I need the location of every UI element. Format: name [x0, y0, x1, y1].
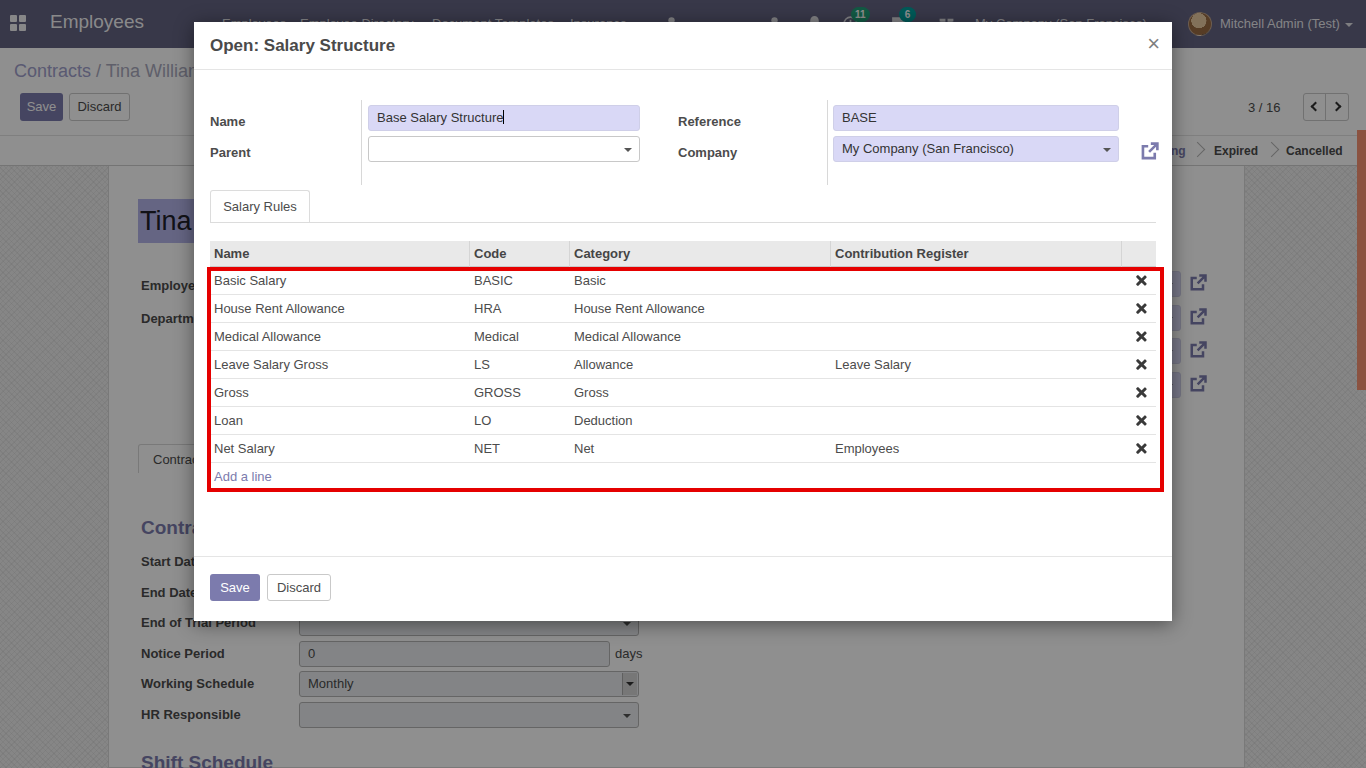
annotation-red-box	[207, 267, 1164, 492]
dialog-discard-button[interactable]: Discard	[267, 574, 331, 601]
dialog-title: Open: Salary Structure	[210, 36, 395, 56]
column-header[interactable]: Name	[210, 241, 470, 267]
parent-combobox[interactable]	[368, 136, 640, 162]
company-combobox[interactable]: My Company (San Francisco)	[833, 136, 1119, 162]
dialog-header: Open: Salary Structure ×	[194, 22, 1172, 70]
company-label: Company	[678, 145, 737, 160]
column-header-actions	[1122, 241, 1156, 267]
external-link-icon[interactable]	[1139, 141, 1160, 162]
scrollbar-thumb[interactable]	[1357, 130, 1366, 390]
reference-label: Reference	[678, 114, 741, 129]
column-header[interactable]: Category	[570, 241, 831, 267]
dialog-save-button[interactable]: Save	[210, 574, 260, 601]
close-icon[interactable]: ×	[1147, 33, 1160, 55]
name-input[interactable]: Base Salary Structure	[368, 105, 640, 131]
tab-salary-rules[interactable]: Salary Rules	[210, 190, 310, 223]
column-header[interactable]: Code	[470, 241, 570, 267]
parent-label: Parent	[210, 145, 250, 160]
name-label: Name	[210, 114, 245, 129]
reference-input[interactable]: BASE	[833, 105, 1119, 131]
column-header[interactable]: Contribution Register	[831, 241, 1122, 267]
